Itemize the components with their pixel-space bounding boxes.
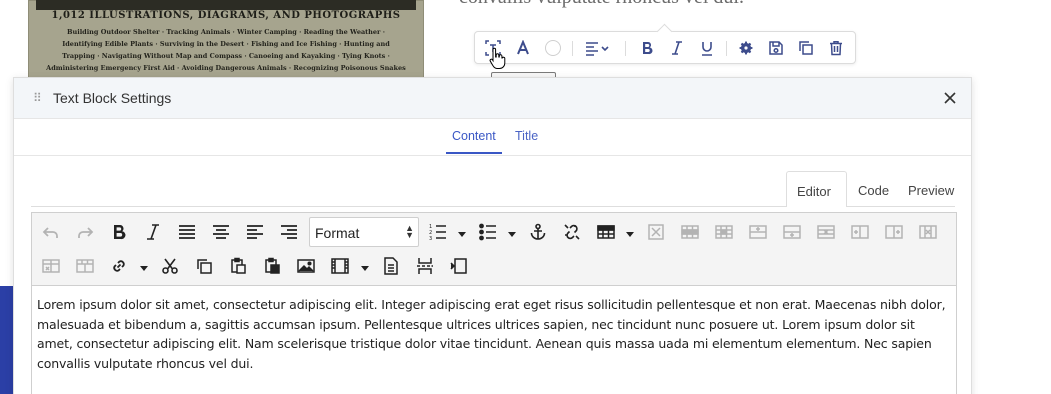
insert-block-icon[interactable] — [447, 254, 471, 278]
svg-text:3: 3 — [429, 236, 432, 241]
tab-preview[interactable]: Preview — [898, 171, 964, 207]
book-cover-title: 1,012 ILLUSTRATIONS, DIAGRAMS, AND PHOTO… — [51, 10, 401, 21]
book-cover-band — [36, 0, 416, 10]
align-right-icon[interactable] — [277, 220, 301, 244]
table-icon[interactable] — [594, 220, 618, 244]
tab-content[interactable]: Content — [446, 129, 502, 154]
redo-icon[interactable] — [73, 220, 97, 244]
duplicate-icon[interactable] — [795, 37, 817, 59]
editor-content[interactable]: Lorem ipsum dolor sit amet, consectetur … — [32, 286, 956, 382]
align-icon[interactable] — [582, 37, 614, 59]
unlink-icon[interactable] — [560, 220, 584, 244]
chevron-down-icon[interactable] — [508, 232, 516, 237]
link-icon[interactable] — [107, 254, 131, 278]
page-break-icon[interactable] — [413, 254, 437, 278]
anchor-icon[interactable] — [526, 220, 550, 244]
table-split-cells-icon[interactable] — [39, 254, 63, 278]
copy-icon[interactable] — [192, 254, 216, 278]
bullet-list-icon[interactable] — [476, 220, 500, 244]
close-icon[interactable] — [942, 90, 958, 106]
table-cell-props-icon[interactable] — [712, 220, 736, 244]
table-row-props-icon[interactable] — [678, 220, 702, 244]
table-delete-col-icon[interactable] — [916, 220, 940, 244]
chevron-down-icon[interactable] — [458, 232, 466, 237]
media-icon[interactable] — [328, 254, 352, 278]
table-delete-row-icon[interactable] — [814, 220, 838, 244]
numbered-list-icon[interactable]: 123 — [426, 220, 450, 244]
modal-tabs: Content Title — [14, 119, 971, 156]
book-cover-topics: Building Outdoor Shelter · Tracking Anim… — [46, 28, 406, 78]
settings-icon[interactable] — [735, 37, 757, 59]
align-center-icon[interactable] — [209, 220, 233, 244]
rich-text-editor: Format ▲ ▼ 123 Lorem ipsum dolor sit ame… — [31, 212, 957, 394]
paste-icon[interactable] — [226, 254, 250, 278]
underline-icon[interactable] — [696, 37, 718, 59]
page-side-strip — [0, 286, 13, 394]
drag-handle-icon[interactable]: ⠿ — [33, 92, 42, 104]
paste-text-icon[interactable] — [260, 254, 284, 278]
editor-toolbar: Format ▲ ▼ 123 — [32, 213, 956, 286]
image-icon[interactable] — [294, 254, 318, 278]
save-icon[interactable] — [765, 37, 787, 59]
text-block-settings-modal: ⠿ Text Block Settings Content Title Edit… — [13, 77, 972, 394]
font-color-icon[interactable] — [512, 37, 534, 59]
background-color-icon[interactable] — [542, 37, 564, 59]
bold-icon[interactable] — [636, 37, 658, 59]
template-icon[interactable] — [379, 254, 403, 278]
tab-title[interactable]: Title — [515, 129, 538, 143]
table-insert-col-before-icon[interactable] — [848, 220, 872, 244]
tab-editor[interactable]: Editor — [786, 171, 847, 207]
page-body-text: convallis vulputate rhoncus vel dui. — [459, 0, 744, 9]
cut-icon[interactable] — [158, 254, 182, 278]
chevron-down-icon[interactable] — [140, 266, 148, 271]
delete-icon[interactable] — [825, 37, 847, 59]
hand-cursor-icon — [489, 47, 506, 69]
italic-icon[interactable] — [141, 220, 165, 244]
italic-icon[interactable] — [666, 37, 688, 59]
table-insert-row-after-icon[interactable] — [780, 220, 804, 244]
toolbar-divider — [572, 41, 573, 56]
modal-header: ⠿ Text Block Settings — [14, 78, 971, 119]
table-merge-cells-icon[interactable] — [73, 254, 97, 278]
undo-icon[interactable] — [39, 220, 63, 244]
toolbar-divider — [625, 41, 626, 56]
table-delete-icon[interactable] — [644, 220, 668, 244]
bold-icon[interactable] — [107, 220, 131, 244]
toolbar-divider — [726, 41, 727, 56]
align-left-icon[interactable] — [243, 220, 267, 244]
align-justify-icon[interactable] — [175, 220, 199, 244]
tab-code[interactable]: Code — [848, 171, 899, 207]
block-floating-toolbar — [474, 31, 856, 64]
chevron-down-icon[interactable] — [626, 232, 634, 237]
table-insert-col-after-icon[interactable] — [882, 220, 906, 244]
select-arrows-icon: ▲ ▼ — [405, 223, 414, 240]
format-select-value: Format — [315, 225, 360, 241]
book-cover-image: 1,012 ILLUSTRATIONS, DIAGRAMS, AND PHOTO… — [28, 0, 424, 78]
table-insert-row-before-icon[interactable] — [746, 220, 770, 244]
chevron-down-icon[interactable] — [361, 266, 369, 271]
format-select[interactable]: Format ▲ ▼ — [309, 217, 419, 247]
modal-title: Text Block Settings — [53, 90, 172, 106]
